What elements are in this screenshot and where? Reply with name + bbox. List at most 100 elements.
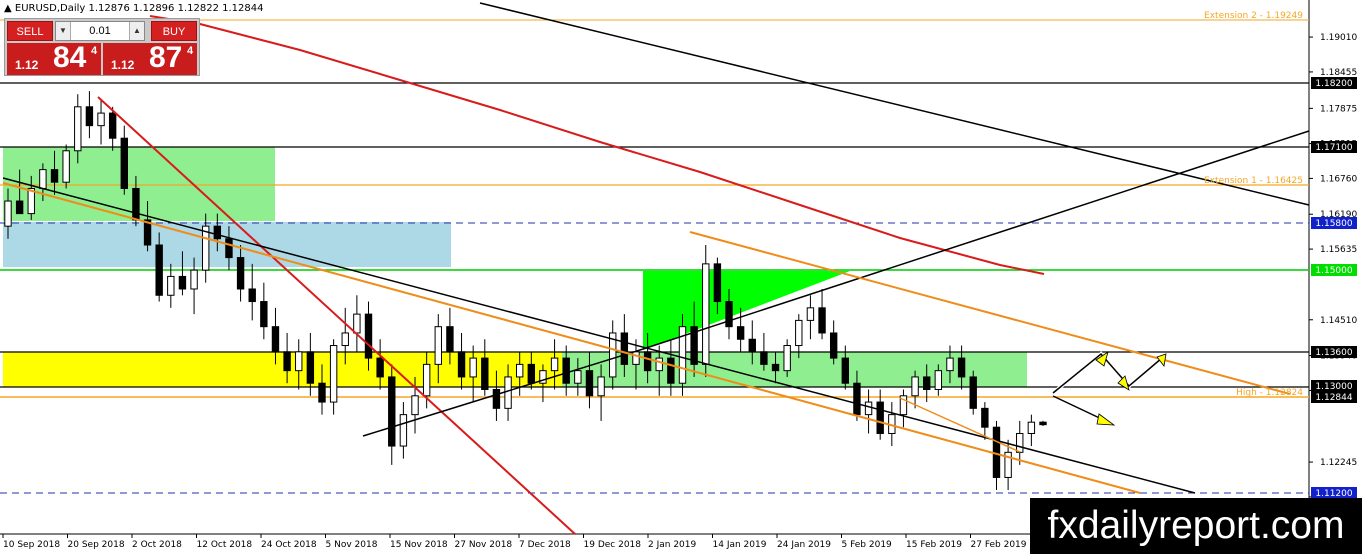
lot-size-value: 0.01 (89, 25, 111, 37)
candle-body-33 (388, 376, 396, 447)
candle-body-72 (841, 357, 850, 384)
candle-body-64 (748, 338, 756, 353)
candle-body-57 (667, 357, 675, 384)
candle-body-41 (481, 357, 489, 391)
candle-body-68 (795, 319, 803, 347)
sell-price-big: 84 (53, 41, 87, 74)
buy-price-prefix: 1.12 (111, 58, 135, 72)
candle-body-24 (283, 351, 291, 372)
candle-body-42 (492, 389, 501, 409)
sell-price-button[interactable]: 1.12 84 4 (7, 41, 101, 75)
candle-body-31 (364, 313, 373, 359)
candle-body-61 (713, 263, 722, 303)
candle-body-71 (829, 332, 838, 359)
date-tick-label-15: 27 Feb 2019 (971, 540, 1027, 550)
candle-body-18 (213, 225, 222, 240)
date-tick-label-4: 24 Oct 2018 (261, 540, 317, 550)
candle-body-78 (911, 376, 919, 397)
trading-chart[interactable]: Extension 2 - 1.19249 Extension 1 - 1.16… (0, 0, 1362, 554)
candle-body-70 (818, 307, 826, 334)
lot-size-field[interactable]: ▼ 0.01 ▲ (55, 21, 145, 41)
price-chart-svg[interactable]: Extension 2 - 1.19249 Extension 1 - 1.16… (0, 0, 1362, 554)
candle-body-36 (422, 363, 431, 397)
sell-price-prefix: 1.12 (15, 58, 39, 72)
price-tick-label-1: 1.18455 (1320, 68, 1357, 78)
candle-body-74 (864, 401, 873, 416)
level-label-1171: 1.17100 (1315, 143, 1352, 153)
price-tick-label-10: 1.12245 (1320, 458, 1357, 468)
candle-body-29 (341, 332, 349, 347)
date-tick-label-0: 10 Sep 2018 (3, 540, 60, 550)
candle-body-51 (597, 376, 605, 397)
lot-decrease-icon[interactable]: ▼ (56, 22, 71, 40)
watermark-logo: fxdailyreport.com (1030, 498, 1362, 554)
extension2-label: Extension 2 - 1.19249 (1204, 11, 1303, 21)
price-tick-label-2: 1.17875 (1320, 104, 1357, 114)
candle-body-66 (771, 363, 780, 372)
date-tick-label-9: 19 Dec 2018 (584, 540, 642, 550)
candle-body-80 (934, 370, 943, 391)
candle-body-19 (225, 238, 233, 259)
candle-body-37 (434, 326, 442, 365)
buy-price-button[interactable]: 1.12 87 4 (103, 41, 197, 75)
candle-body-87 (1016, 432, 1024, 453)
date-tick-label-14: 15 Feb 2019 (906, 540, 962, 550)
date-tick-label-8: 7 Dec 2018 (519, 540, 571, 550)
candle-body-79 (923, 376, 931, 391)
lot-increase-icon[interactable]: ▲ (129, 22, 144, 40)
candle-body-26 (306, 351, 315, 384)
date-tick-label-12: 24 Jan 2019 (777, 540, 831, 550)
candle-body-40 (469, 357, 477, 378)
symbol-name: EURUSD,Daily (14, 3, 86, 14)
candle-body-62 (725, 301, 733, 328)
candle-body-84 (981, 407, 989, 428)
level-label-current: 1.12844 (1315, 393, 1352, 403)
high-label: High - 1.12824 (1236, 388, 1303, 398)
price-tick-label-7: 1.14510 (1320, 316, 1357, 326)
candle-body-23 (271, 326, 280, 353)
candle-body-67 (783, 345, 791, 372)
candle-body-73 (853, 382, 861, 416)
price-tick-label-6: 1.15635 (1320, 245, 1357, 255)
symbol-header: ▲ EURUSD,Daily 1.12876 1.12896 1.12822 1… (4, 3, 263, 14)
date-tick-label-3: 12 Oct 2018 (197, 540, 253, 550)
candle-body-53 (620, 332, 629, 365)
candle-body-7 (85, 106, 94, 127)
candle-body-47 (550, 357, 559, 372)
symbol-triangle-icon: ▲ (4, 3, 12, 14)
candle-body-43 (504, 376, 512, 409)
candle-body-69 (806, 307, 815, 321)
date-tick-label-2: 2 Oct 2018 (132, 540, 182, 550)
candle-body-6 (74, 106, 82, 152)
sell-button[interactable]: SELL (7, 21, 53, 41)
date-tick-label-6: 15 Nov 2018 (390, 540, 448, 550)
candle-body-22 (260, 301, 268, 328)
buy-price-big: 87 (149, 41, 183, 74)
symbol-ohlc: 1.12876 1.12896 1.12822 1.12844 (88, 3, 264, 14)
date-tick-label-5: 5 Nov 2018 (326, 540, 378, 550)
extension1-label: Extension 1 - 1.16425 (1204, 176, 1303, 186)
level-label-1158: 1.15800 (1315, 219, 1352, 229)
candle-body-48 (562, 357, 570, 384)
level-label-115: 1.15000 (1315, 266, 1352, 276)
candle-body-45 (527, 363, 536, 384)
buy-price-sup: 4 (187, 45, 194, 57)
candle-body-56 (655, 357, 663, 372)
candle-body-44 (515, 363, 524, 378)
candle-body-32 (376, 357, 384, 378)
level-label-1136: 1.13600 (1315, 348, 1352, 358)
candle-body-50 (585, 370, 594, 397)
candle-body-0 (4, 200, 12, 227)
candle-body-13 (155, 244, 163, 296)
sell-price-sup: 4 (91, 45, 98, 57)
candle-body-38 (446, 326, 454, 353)
candle-body-60 (702, 263, 710, 365)
candle-body-21 (248, 288, 256, 303)
candle-body-20 (236, 257, 245, 290)
candle-body-4 (50, 169, 59, 183)
candle-body-54 (632, 351, 640, 365)
level-label-1182: 1.18200 (1315, 79, 1352, 89)
date-tick-label-11: 14 Jan 2019 (713, 540, 767, 550)
buy-button[interactable]: BUY (151, 21, 197, 41)
candle-body-10 (120, 137, 128, 189)
